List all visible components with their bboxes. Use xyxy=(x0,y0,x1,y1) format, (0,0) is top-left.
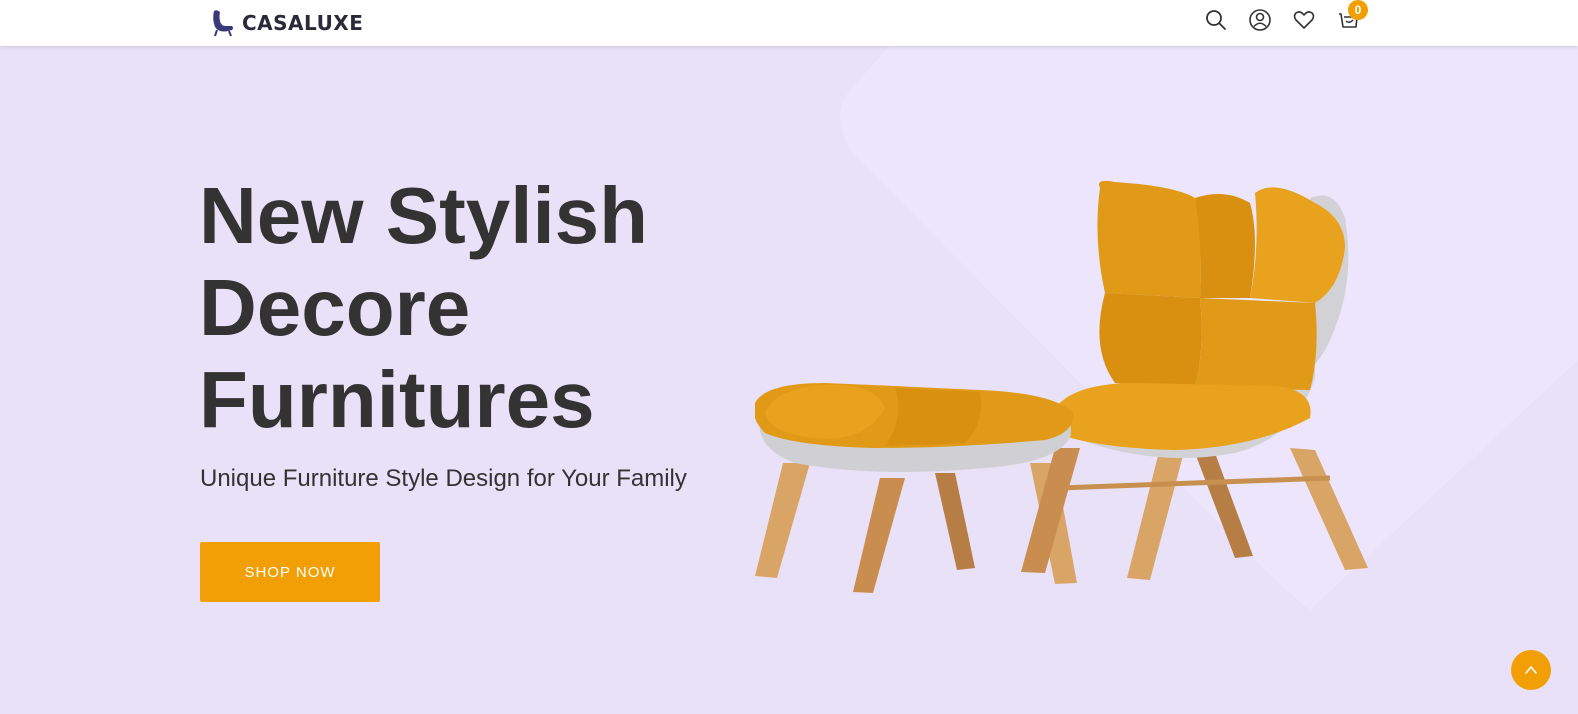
hero-title-line: Decore xyxy=(199,263,471,352)
heart-icon xyxy=(1293,11,1315,29)
brand-logo[interactable]: CASALUXE xyxy=(211,9,363,37)
hero-title: New Stylish Decore Furnitures xyxy=(199,170,759,446)
header-actions: 0 xyxy=(1204,0,1368,32)
hero-page: CASALUXE 0 New Stylish Decore Furnitures… xyxy=(0,0,1578,714)
shop-now-button[interactable]: SHOP NOW xyxy=(200,542,380,602)
chevron-up-icon xyxy=(1525,666,1537,674)
user-icon xyxy=(1249,9,1271,31)
account-button[interactable] xyxy=(1248,8,1272,32)
search-button[interactable] xyxy=(1204,8,1228,32)
hero-subtitle: Unique Furniture Style Design for Your F… xyxy=(200,465,687,492)
scroll-to-top-button[interactable] xyxy=(1511,650,1551,690)
search-icon xyxy=(1206,10,1226,30)
cart-count-badge: 0 xyxy=(1348,0,1368,20)
hero-title-line: Furnitures xyxy=(199,355,595,444)
hero-title-line: New Stylish xyxy=(199,171,649,260)
brand-name: CASALUXE xyxy=(242,11,364,35)
chair-ottoman-image xyxy=(755,180,1368,593)
chair-logo-icon xyxy=(213,10,233,37)
site-header: CASALUXE 0 xyxy=(0,0,1578,46)
cart-button[interactable]: 0 xyxy=(1336,0,1368,32)
wishlist-button[interactable] xyxy=(1292,8,1316,32)
